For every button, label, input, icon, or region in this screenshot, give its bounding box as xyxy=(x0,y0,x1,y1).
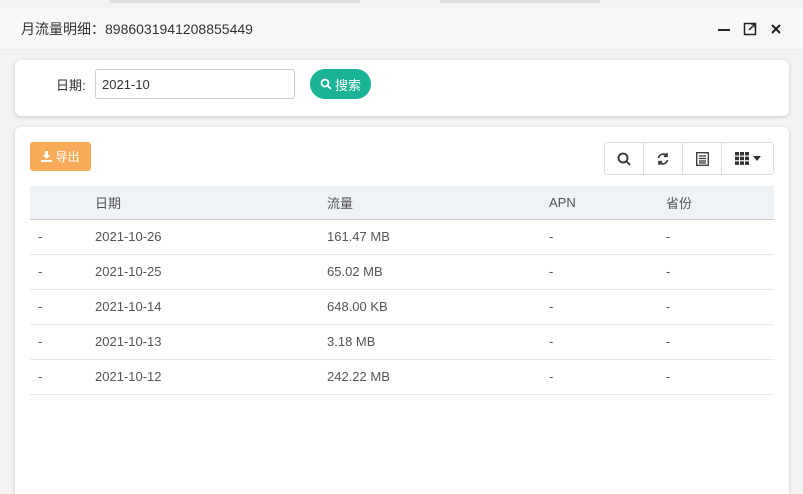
table-cell: - xyxy=(666,324,774,360)
table-cell: - xyxy=(30,289,95,325)
search-icon xyxy=(320,78,332,90)
table-cell: 648.00 KB xyxy=(327,289,549,325)
search-icon xyxy=(617,152,631,166)
table-cell: 65.02 MB xyxy=(327,254,549,290)
table-cell: 3.18 MB xyxy=(327,324,549,360)
export-button-label: 导出 xyxy=(55,150,80,164)
dialog-title-bar: 月流量明细：8986031941208855449 xyxy=(0,8,803,50)
date-input[interactable] xyxy=(95,69,295,99)
traffic-table: 日期 流量 APN 省份 - 2021-10-26 161.47 MB - - … xyxy=(30,186,774,395)
refresh-button[interactable] xyxy=(644,143,683,174)
table-cell: - xyxy=(666,219,774,255)
toggle-view-button[interactable] xyxy=(683,143,722,174)
table-row[interactable]: - 2021-10-26 161.47 MB - - xyxy=(30,219,774,255)
table-cell: - xyxy=(549,359,666,395)
table-cell: - xyxy=(666,359,774,395)
column-header-apn[interactable]: APN xyxy=(549,186,666,220)
refresh-icon xyxy=(657,152,669,165)
maximize-icon[interactable] xyxy=(737,18,763,40)
export-button[interactable]: 导出 xyxy=(30,142,91,171)
table-cell: - xyxy=(549,254,666,290)
search-button[interactable]: 搜索 xyxy=(310,69,371,99)
table-row[interactable]: - 2021-10-14 648.00 KB - - xyxy=(30,289,774,325)
grid-icon xyxy=(734,152,749,165)
table-cell: - xyxy=(666,254,774,290)
table-cell: 2021-10-12 xyxy=(95,359,327,395)
table-cell: - xyxy=(549,324,666,360)
table-cell: 161.47 MB xyxy=(327,219,549,255)
minimize-icon[interactable] xyxy=(711,18,737,40)
column-header-traffic[interactable]: 流量 xyxy=(327,186,549,220)
dialog-title: 月流量明细：8986031941208855449 xyxy=(21,20,253,37)
table-cell: - xyxy=(30,254,95,290)
table-row[interactable]: - 2021-10-25 65.02 MB - - xyxy=(30,254,774,290)
caret-down-icon xyxy=(752,156,761,161)
table-row[interactable]: - 2021-10-13 3.18 MB - - xyxy=(30,324,774,360)
table-cell: 2021-10-13 xyxy=(95,324,327,360)
table-cell: - xyxy=(666,289,774,325)
columns-dropdown-button[interactable] xyxy=(722,143,773,174)
table-cell: - xyxy=(30,359,95,395)
download-icon xyxy=(41,151,53,162)
table-cell: - xyxy=(549,289,666,325)
table-cell: - xyxy=(30,324,95,360)
table-cell: - xyxy=(30,219,95,255)
background-strip xyxy=(110,0,360,3)
table-toolbar xyxy=(604,142,774,175)
search-panel: 日期: 搜索 xyxy=(15,60,789,116)
table-search-button[interactable] xyxy=(605,143,644,174)
window-controls xyxy=(711,18,789,40)
column-header[interactable] xyxy=(30,186,95,220)
table-cell: 2021-10-14 xyxy=(95,289,327,325)
table-cell: 2021-10-25 xyxy=(95,254,327,290)
table-cell: 2021-10-26 xyxy=(95,219,327,255)
list-panel: 导出 日期 流量 APN 省份 - 2021-10-26 161.47 MB -… xyxy=(15,127,789,494)
column-header-province[interactable]: 省份 xyxy=(666,186,774,220)
table-row[interactable]: - 2021-10-12 242.22 MB - - xyxy=(30,359,774,395)
search-button-label: 搜索 xyxy=(334,77,361,93)
date-label: 日期: xyxy=(56,78,86,93)
column-header-date[interactable]: 日期 xyxy=(95,186,327,220)
background-strip xyxy=(440,0,600,3)
table-cell: 242.22 MB xyxy=(327,359,549,395)
list-icon xyxy=(695,151,709,166)
table-header-row: 日期 流量 APN 省份 xyxy=(30,186,774,220)
table-cell: - xyxy=(549,219,666,255)
close-icon[interactable] xyxy=(763,18,789,40)
